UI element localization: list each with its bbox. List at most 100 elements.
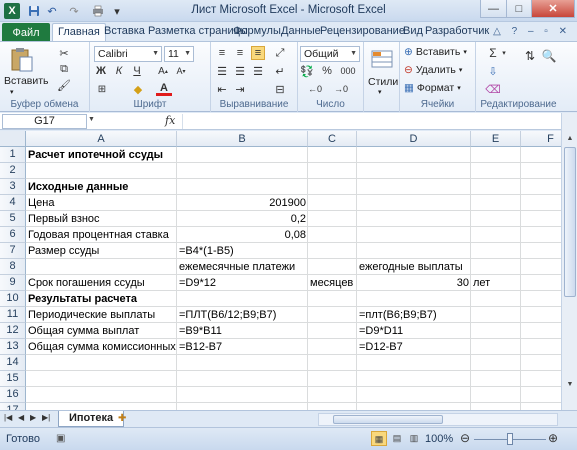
- font-name-select[interactable]: Calibri ▼: [94, 46, 162, 62]
- fill-color-icon[interactable]: ◆: [130, 82, 146, 96]
- cell-b8[interactable]: ежемесячные платежи: [177, 259, 297, 275]
- row-header-8[interactable]: 8: [0, 259, 26, 275]
- percent-button[interactable]: %: [320, 64, 334, 78]
- orientation-icon[interactable]: ⤢: [273, 46, 287, 60]
- row-header-7[interactable]: 7: [0, 243, 26, 259]
- styles-dropdown-icon[interactable]: ▾: [378, 88, 382, 96]
- italic-button[interactable]: К: [112, 64, 126, 78]
- row-header-12[interactable]: 12: [0, 323, 26, 339]
- row-header-15[interactable]: 15: [0, 371, 26, 387]
- cell-a9[interactable]: Срок погашения ссуды: [26, 275, 147, 291]
- styles-button[interactable]: Стили: [368, 76, 398, 88]
- cell-a11[interactable]: Периодические выплаты: [26, 307, 157, 323]
- save-icon[interactable]: [26, 3, 42, 19]
- align-top-icon[interactable]: ≡: [215, 46, 229, 60]
- tab-home[interactable]: Главная: [52, 23, 106, 43]
- cell-a3[interactable]: Исходные данные: [26, 179, 130, 195]
- decrease-font-icon[interactable]: A ▾: [174, 64, 188, 78]
- cell-a7[interactable]: Размер ссуды: [26, 243, 101, 259]
- undo-icon[interactable]: ↶: [44, 3, 60, 19]
- cell-a5[interactable]: Первый взнос: [26, 211, 102, 227]
- increase-decimal-icon[interactable]: ←0: [306, 82, 324, 96]
- align-center-icon[interactable]: ☰: [233, 64, 247, 78]
- horizontal-scroll-thumb[interactable]: [333, 415, 443, 424]
- clear-icon[interactable]: ⌫: [485, 82, 501, 96]
- row-header-17[interactable]: 17: [0, 403, 26, 410]
- cell-b5[interactable]: 0,2: [177, 211, 308, 227]
- insert-cells-button[interactable]: ⊕ Вставить ▾: [404, 46, 467, 58]
- sheet-tab-ipoteka[interactable]: Ипотека: [58, 411, 125, 427]
- scroll-down-icon[interactable]: ▼: [563, 378, 577, 392]
- row-header-6[interactable]: 6: [0, 227, 26, 243]
- cell-e9[interactable]: лет: [471, 275, 492, 291]
- tab-insert[interactable]: Вставка: [104, 25, 145, 37]
- prev-sheet-icon[interactable]: ◀: [18, 413, 24, 422]
- number-format-select[interactable]: Общий ▼: [300, 46, 360, 62]
- row-header-9[interactable]: 9: [0, 275, 26, 291]
- cell-b11[interactable]: =ПЛТ(B6/12;B9;B7): [177, 307, 278, 323]
- customize-quick-access-icon[interactable]: ▾: [109, 3, 125, 19]
- row-header-2[interactable]: 2: [0, 163, 26, 179]
- cell-b9[interactable]: =D9*12: [177, 275, 218, 291]
- name-box[interactable]: G17: [2, 114, 87, 129]
- sort-filter-icon[interactable]: ⇅: [520, 46, 540, 66]
- select-all-corner[interactable]: [0, 131, 26, 147]
- column-header-b[interactable]: B: [177, 131, 308, 147]
- format-cells-button[interactable]: ▦ Формат ▾: [404, 82, 461, 94]
- vertical-scroll-thumb[interactable]: [564, 147, 576, 297]
- cell-d13[interactable]: =D12-B7: [357, 339, 405, 355]
- merge-cells-icon[interactable]: ⊟: [273, 82, 287, 96]
- zoom-level[interactable]: 100%: [425, 433, 453, 445]
- last-sheet-icon[interactable]: ▶|: [42, 413, 50, 422]
- column-header-c[interactable]: C: [308, 131, 357, 147]
- find-select-icon[interactable]: 🔍: [540, 46, 558, 66]
- delete-cells-button[interactable]: ⊖ Удалить ▾: [404, 64, 462, 76]
- format-painter-icon[interactable]: 🖌: [56, 78, 72, 92]
- ribbon-window-controls[interactable]: △ ? – ▫ ✕: [493, 26, 571, 37]
- autosum-dropdown-icon[interactable]: ▾: [500, 46, 508, 60]
- row-header-3[interactable]: 3: [0, 179, 26, 195]
- row-header-1[interactable]: 1: [0, 147, 26, 163]
- increase-indent-icon[interactable]: ⇥: [233, 82, 247, 96]
- align-middle-icon[interactable]: ≡: [233, 46, 247, 60]
- name-box-dropdown-icon[interactable]: ▼: [88, 116, 95, 123]
- decrease-indent-icon[interactable]: ⇤: [215, 82, 229, 96]
- font-color-icon[interactable]: A: [156, 82, 172, 96]
- align-left-icon[interactable]: ☰: [215, 64, 229, 78]
- cell-b4[interactable]: 201900: [177, 195, 308, 211]
- row-header-5[interactable]: 5: [0, 211, 26, 227]
- bold-button[interactable]: Ж: [94, 64, 108, 78]
- spreadsheet-grid[interactable]: ABCDEF 1 2 3 4 5 6 7 8 9 10 11 12 13 14 15 16 17 Расчет …: [0, 131, 561, 410]
- insert-function-icon[interactable]: fx: [165, 114, 175, 127]
- cell-b7[interactable]: =B4*(1-B5): [177, 243, 236, 259]
- cell-d8[interactable]: ежегодные выплаты: [357, 259, 465, 275]
- cell-c9[interactable]: месяцев: [308, 275, 355, 291]
- tab-data[interactable]: Данные: [281, 25, 321, 37]
- font-size-select[interactable]: 11 ▼: [164, 46, 194, 62]
- currency-icon[interactable]: 💱: [300, 64, 314, 78]
- tab-developer[interactable]: Разработчик: [425, 25, 489, 37]
- print-preview-icon[interactable]: [90, 3, 106, 19]
- copy-icon[interactable]: ⧉: [56, 62, 72, 76]
- zoom-out-icon[interactable]: ⊖: [460, 431, 470, 445]
- normal-view-button[interactable]: ▦: [371, 431, 387, 446]
- page-layout-view-button[interactable]: ▤: [389, 431, 405, 446]
- scroll-up-icon[interactable]: ▲: [563, 132, 577, 146]
- row-header-14[interactable]: 14: [0, 355, 26, 371]
- thousands-separator-button[interactable]: 000: [338, 64, 358, 78]
- row-header-13[interactable]: 13: [0, 339, 26, 355]
- insert-sheet-icon[interactable]: ✚: [118, 413, 126, 424]
- tab-view[interactable]: Вид: [403, 25, 423, 37]
- paste-button[interactable]: Вставить: [4, 75, 49, 87]
- cell-a6[interactable]: Годовая процентная ставка: [26, 227, 171, 243]
- cell-b13[interactable]: =B12-B7: [177, 339, 224, 355]
- cell-b6[interactable]: 0,08: [177, 227, 308, 243]
- zoom-slider-thumb[interactable]: [507, 433, 513, 445]
- tab-formulas[interactable]: Формулы: [233, 25, 281, 37]
- cell-a4[interactable]: Цена: [26, 195, 56, 211]
- paste-dropdown-icon[interactable]: ▾: [10, 88, 14, 96]
- underline-button[interactable]: Ч: [130, 64, 144, 78]
- record-macro-icon[interactable]: ▣: [56, 433, 65, 444]
- minimize-button[interactable]: —: [480, 0, 507, 18]
- fill-icon[interactable]: ⇩: [486, 64, 500, 78]
